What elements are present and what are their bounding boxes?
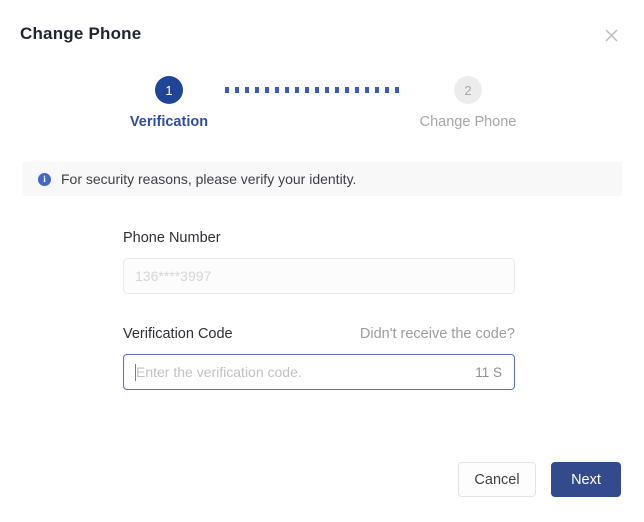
next-button[interactable]: Next [551,462,621,497]
verification-code-label-row: Verification Code Didn't receive the cod… [123,326,515,342]
stepper-step-2-number: 2 [454,76,482,104]
verification-code-placeholder: Enter the verification code. [136,364,302,380]
stepper-step-change-phone[interactable]: 2 Change Phone [398,76,538,130]
countdown-timer: 11 S [475,364,502,380]
verification-code-group: Verification Code Didn't receive the cod… [123,326,515,390]
phone-number-label: Phone Number [123,230,221,246]
change-phone-dialog: Change Phone 1 Verification 2 Change Pho… [0,0,644,522]
stepper-step-2-label: Change Phone [419,114,517,130]
cancel-button[interactable]: Cancel [458,462,536,497]
page-title: Change Phone [20,24,142,43]
phone-number-value: 136****3997 [135,268,212,284]
info-banner: i For security reasons, please verify yo… [22,162,622,196]
stepper: 1 Verification 2 Change Phone [0,76,644,138]
verification-code-label: Verification Code [123,326,233,342]
info-circle-icon: i [38,172,51,186]
close-icon[interactable] [600,24,622,46]
stepper-step-1-label: Verification [129,114,209,130]
verification-form: Phone Number 136****3997 Verification Co… [123,230,515,390]
dialog-header: Change Phone [0,0,644,62]
phone-number-label-row: Phone Number [123,230,515,246]
stepper-connector-dotted [225,87,405,93]
stepper-step-verification[interactable]: 1 Verification [99,76,239,130]
dialog-footer: Cancel Next [0,462,644,498]
resend-code-link[interactable]: Didn't receive the code? [360,326,515,342]
info-banner-message: For security reasons, please verify your… [61,171,357,187]
verification-code-input[interactable]: Enter the verification code. 11 S [123,354,515,390]
stepper-step-1-number: 1 [155,76,183,104]
text-caret [135,364,136,381]
phone-number-input: 136****3997 [123,258,515,294]
